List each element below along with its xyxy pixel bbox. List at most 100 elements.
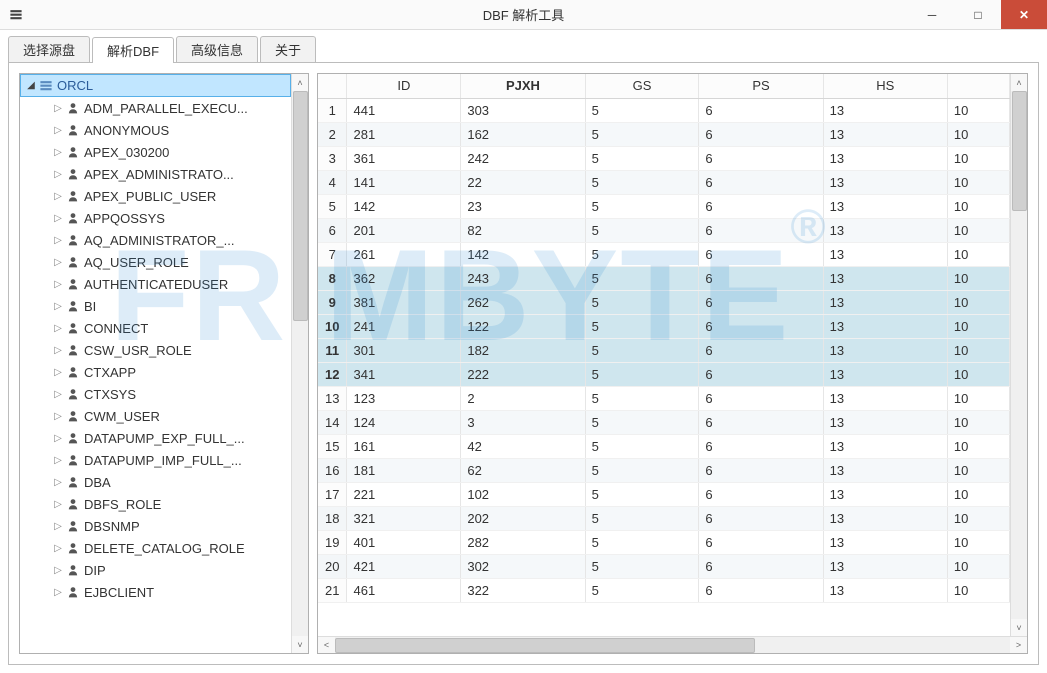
cell-gs[interactable]: 5 — [585, 578, 699, 602]
table-row[interactable]: 21461322561310 — [318, 578, 1010, 602]
cell-hs[interactable]: 13 — [823, 194, 947, 218]
cell-hs[interactable]: 13 — [823, 290, 947, 314]
tree-item[interactable]: ▷APEX_PUBLIC_USER — [46, 185, 291, 207]
cell-id[interactable]: 421 — [347, 554, 461, 578]
expand-icon[interactable]: ▷ — [52, 499, 64, 510]
cell-pjxh[interactable]: 162 — [461, 122, 585, 146]
table-row[interactable]: 19401282561310 — [318, 530, 1010, 554]
cell-pjxh[interactable]: 102 — [461, 482, 585, 506]
expand-icon[interactable]: ▷ — [52, 411, 64, 422]
cell-ps[interactable]: 6 — [699, 314, 823, 338]
cell-extra[interactable]: 10 — [947, 530, 1009, 554]
cell-ps[interactable]: 6 — [699, 98, 823, 122]
cell-pjxh[interactable]: 242 — [461, 146, 585, 170]
expand-icon[interactable]: ▷ — [52, 147, 64, 158]
cell-pjxh[interactable]: 23 — [461, 194, 585, 218]
tree-scrollbar[interactable]: ˄ ˅ — [291, 74, 308, 653]
cell-hs[interactable]: 13 — [823, 170, 947, 194]
cell-extra[interactable]: 10 — [947, 458, 1009, 482]
cell-gs[interactable]: 5 — [585, 482, 699, 506]
cell-ps[interactable]: 6 — [699, 338, 823, 362]
cell-extra[interactable]: 10 — [947, 194, 1009, 218]
cell-id[interactable]: 181 — [347, 458, 461, 482]
cell-id[interactable]: 124 — [347, 410, 461, 434]
cell-hs[interactable]: 13 — [823, 530, 947, 554]
expand-icon[interactable]: ▷ — [52, 257, 64, 268]
col-gs[interactable]: GS — [585, 74, 699, 98]
cell-extra[interactable]: 10 — [947, 242, 1009, 266]
cell-id[interactable]: 461 — [347, 578, 461, 602]
expand-icon[interactable]: ▷ — [52, 587, 64, 598]
cell-gs[interactable]: 5 — [585, 218, 699, 242]
scroll-up-icon[interactable]: ˄ — [1011, 74, 1027, 91]
scroll-down-icon[interactable]: ˅ — [1011, 619, 1027, 636]
cell-hs[interactable]: 13 — [823, 506, 947, 530]
cell-hs[interactable]: 13 — [823, 122, 947, 146]
cell-ps[interactable]: 6 — [699, 482, 823, 506]
cell-extra[interactable]: 10 — [947, 266, 1009, 290]
cell-ps[interactable]: 6 — [699, 554, 823, 578]
expand-icon[interactable]: ▷ — [52, 389, 64, 400]
tree-item[interactable]: ▷BI — [46, 295, 291, 317]
tab-about[interactable]: 关于 — [260, 36, 316, 62]
col-id[interactable]: ID — [347, 74, 461, 98]
cell-hs[interactable]: 13 — [823, 218, 947, 242]
table-row[interactable]: 18321202561310 — [318, 506, 1010, 530]
cell-id[interactable]: 301 — [347, 338, 461, 362]
expand-icon[interactable]: ▷ — [52, 169, 64, 180]
cell-id[interactable]: 341 — [347, 362, 461, 386]
cell-gs[interactable]: 5 — [585, 266, 699, 290]
cell-pjxh[interactable]: 322 — [461, 578, 585, 602]
cell-ps[interactable]: 6 — [699, 386, 823, 410]
cell-gs[interactable]: 5 — [585, 98, 699, 122]
table-row[interactable]: 141243561310 — [318, 410, 1010, 434]
cell-hs[interactable]: 13 — [823, 482, 947, 506]
cell-id[interactable]: 201 — [347, 218, 461, 242]
cell-hs[interactable]: 13 — [823, 410, 947, 434]
cell-ps[interactable]: 6 — [699, 410, 823, 434]
cell-gs[interactable]: 5 — [585, 554, 699, 578]
cell-hs[interactable]: 13 — [823, 242, 947, 266]
tree-item[interactable]: ▷DBFS_ROLE — [46, 493, 291, 515]
cell-id[interactable]: 161 — [347, 434, 461, 458]
cell-id[interactable]: 261 — [347, 242, 461, 266]
cell-hs[interactable]: 13 — [823, 386, 947, 410]
tree-item[interactable]: ▷DIP — [46, 559, 291, 581]
cell-ps[interactable]: 6 — [699, 290, 823, 314]
expand-icon[interactable]: ▷ — [52, 543, 64, 554]
cell-pjxh[interactable]: 42 — [461, 434, 585, 458]
table-row[interactable]: 12341222561310 — [318, 362, 1010, 386]
cell-hs[interactable]: 13 — [823, 338, 947, 362]
cell-id[interactable]: 361 — [347, 146, 461, 170]
cell-gs[interactable]: 5 — [585, 434, 699, 458]
expand-icon[interactable]: ▷ — [52, 455, 64, 466]
cell-ps[interactable]: 6 — [699, 506, 823, 530]
close-button[interactable]: ✕ — [1001, 0, 1047, 29]
cell-extra[interactable]: 10 — [947, 98, 1009, 122]
tree-root[interactable]: ◢ ORCL — [20, 74, 291, 97]
cell-extra[interactable]: 10 — [947, 506, 1009, 530]
cell-ps[interactable]: 6 — [699, 458, 823, 482]
expand-icon[interactable]: ▷ — [52, 125, 64, 136]
cell-id[interactable]: 362 — [347, 266, 461, 290]
col-extra[interactable] — [947, 74, 1009, 98]
cell-gs[interactable]: 5 — [585, 458, 699, 482]
cell-extra[interactable]: 10 — [947, 386, 1009, 410]
scroll-up-icon[interactable]: ˄ — [292, 74, 308, 91]
tree-item[interactable]: ▷DBSNMP — [46, 515, 291, 537]
cell-gs[interactable]: 5 — [585, 386, 699, 410]
minimize-button[interactable]: ─ — [909, 0, 955, 29]
cell-id[interactable]: 441 — [347, 98, 461, 122]
table-row[interactable]: 1516142561310 — [318, 434, 1010, 458]
cell-pjxh[interactable]: 202 — [461, 506, 585, 530]
tree-item[interactable]: ▷ADM_PARALLEL_EXECU... — [46, 97, 291, 119]
data-grid[interactable]: ID PJXH GS PS HS 14413035613102281162561… — [318, 74, 1010, 603]
cell-hs[interactable]: 13 — [823, 578, 947, 602]
tree-item[interactable]: ▷AUTHENTICATEDUSER — [46, 273, 291, 295]
table-row[interactable]: 1618162561310 — [318, 458, 1010, 482]
table-row[interactable]: 620182561310 — [318, 218, 1010, 242]
cell-hs[interactable]: 13 — [823, 266, 947, 290]
expand-icon[interactable]: ▷ — [52, 433, 64, 444]
table-row[interactable]: 20421302561310 — [318, 554, 1010, 578]
cell-pjxh[interactable]: 22 — [461, 170, 585, 194]
